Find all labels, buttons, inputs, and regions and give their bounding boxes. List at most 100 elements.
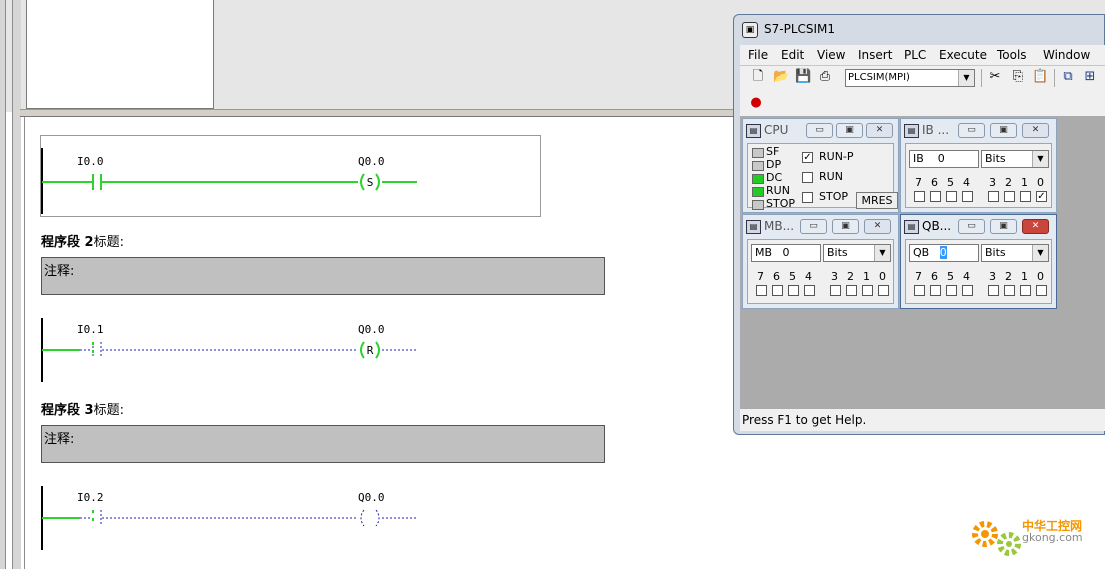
open-icon[interactable]: 📂	[773, 69, 789, 85]
mb-format-select[interactable]: Bits ▼	[823, 244, 891, 262]
qb-bit-checkbox[interactable]	[946, 285, 957, 296]
ib-bit-checkbox[interactable]	[988, 191, 999, 202]
close-button[interactable]: ✕	[1022, 219, 1049, 234]
ib-area: IB	[913, 152, 924, 165]
mres-button[interactable]: MRES	[856, 192, 898, 209]
chevron-down-icon[interactable]: ▼	[958, 70, 974, 86]
maximize-button[interactable]: ▣	[990, 219, 1017, 234]
plcsim-app-icon[interactable]: ▣	[742, 22, 758, 38]
mb-bit-checkbox[interactable]	[804, 285, 815, 296]
network3-rung[interactable]	[40, 506, 440, 530]
ib-bit-label: 0	[1037, 176, 1044, 189]
ib-bit-checkbox[interactable]: ✓	[1036, 191, 1047, 202]
mode-checkbox-stop[interactable]	[802, 192, 813, 203]
toolbar-separator	[981, 69, 982, 87]
connection-select[interactable]: PLCSIM(MPI) ▼	[845, 69, 975, 87]
cascade-icon[interactable]: ⧉	[1060, 69, 1076, 85]
network1-rung[interactable]: S	[40, 170, 440, 194]
mb-window[interactable]: ▤ MB... ▭ ▣ ✕ MB 0 Bits ▼ 76543210	[742, 214, 899, 309]
ib-bit-checkbox[interactable]	[946, 191, 957, 202]
plcsim-titlebar[interactable]: ▣ S7-PLCSIM1	[740, 19, 1100, 39]
network2-comment[interactable]: 注释:	[41, 257, 605, 295]
qb-bit-checkbox[interactable]	[1020, 285, 1031, 296]
close-button[interactable]: ✕	[866, 123, 893, 138]
mb-bit-label: 1	[863, 270, 870, 283]
qb-bit-checkbox[interactable]	[930, 285, 941, 296]
qb-body: QB 0 Bits ▼ 76543210	[905, 239, 1052, 304]
ib-bit-checkbox[interactable]	[914, 191, 925, 202]
tile-icon[interactable]: ⊞	[1082, 69, 1098, 85]
ib-bit-checkbox[interactable]	[962, 191, 973, 202]
ib-format-select[interactable]: Bits ▼	[981, 150, 1049, 168]
mb-address-field[interactable]: MB 0	[751, 244, 821, 262]
chevron-down-icon[interactable]: ▼	[1032, 245, 1048, 261]
coil-left-arc	[360, 509, 365, 527]
print-icon[interactable]: ⎙	[817, 69, 833, 85]
qb-titlebar[interactable]: ▤ QB... ▭ ▣ ✕	[901, 215, 1056, 237]
cut-icon[interactable]: ✂	[987, 69, 1003, 85]
minimize-button[interactable]: ▭	[958, 219, 985, 234]
maximize-button[interactable]: ▣	[836, 123, 863, 138]
menu-tools[interactable]: Tools	[997, 48, 1027, 62]
chevron-down-icon[interactable]: ▼	[874, 245, 890, 261]
menu-execute[interactable]: Execute	[939, 48, 987, 62]
maximize-button[interactable]: ▣	[990, 123, 1017, 138]
qb-bit-checkbox[interactable]	[962, 285, 973, 296]
led-label-sf: SF	[766, 145, 780, 158]
network2-rung[interactable]: R	[40, 338, 440, 362]
menu-window[interactable]: Window	[1043, 48, 1090, 62]
ib-bit-checkbox[interactable]	[1004, 191, 1015, 202]
ib-body: IB 0 Bits ▼ 7 6 5 4 3 2 1 0 ✓	[905, 143, 1052, 208]
chevron-down-icon[interactable]: ▼	[1032, 151, 1048, 167]
close-button[interactable]: ✕	[864, 219, 891, 234]
close-button[interactable]: ✕	[1022, 123, 1049, 138]
mb-bit-checkbox[interactable]	[846, 285, 857, 296]
qb-bit-checkbox[interactable]	[988, 285, 999, 296]
menu-file[interactable]: File	[748, 48, 768, 62]
menu-view[interactable]: View	[817, 48, 845, 62]
qb-bit-checkbox[interactable]	[914, 285, 925, 296]
mode-checkbox-run-p[interactable]: ✓	[802, 152, 813, 163]
mb-bit-checkbox[interactable]	[788, 285, 799, 296]
cpu-titlebar[interactable]: ▤ CPU ▭ ▣ ✕	[743, 119, 898, 141]
mb-bit-label: 7	[757, 270, 764, 283]
qb-icon: ▤	[904, 220, 919, 234]
plcsim-window[interactable]: ▣ S7-PLCSIM1 File Edit View Insert PLC E…	[733, 14, 1105, 435]
network3-comment[interactable]: 注释:	[41, 425, 605, 463]
ib-bit-checkbox[interactable]	[930, 191, 941, 202]
paste-icon[interactable]: 📋	[1032, 69, 1048, 85]
new-icon[interactable]: 🗋	[750, 69, 766, 85]
ib-address-field[interactable]: IB 0	[909, 150, 979, 168]
save-icon[interactable]: 💾	[795, 69, 811, 85]
network1-contact-address: I0.0	[77, 155, 104, 168]
minimize-button[interactable]: ▭	[800, 219, 827, 234]
cpu-body: SF DP DC RUN STOP ✓ RUN-P RUN STOP MRES	[747, 143, 898, 210]
ib-bit-checkbox[interactable]	[1020, 191, 1031, 202]
mb-bit-checkbox[interactable]	[756, 285, 767, 296]
menu-plc[interactable]: PLC	[904, 48, 926, 62]
mb-bit-checkbox[interactable]	[830, 285, 841, 296]
mb-bit-checkbox[interactable]	[862, 285, 873, 296]
mb-bit-checkbox[interactable]	[772, 285, 783, 296]
plcsim-toolbar: 🗋 📂 💾 ⎙ PLCSIM(MPI) ▼ ✂ ⎘ 📋 ⧉ ⊞	[740, 66, 1105, 91]
qb-window[interactable]: ▤ QB... ▭ ▣ ✕ QB 0 Bits ▼ 76543210	[900, 214, 1057, 309]
ib-titlebar[interactable]: ▤ IB ... ▭ ▣ ✕	[901, 119, 1056, 141]
cpu-window[interactable]: ▤ CPU ▭ ▣ ✕ SF DP DC RUN STOP ✓ RUN-P RUN STOP …	[742, 118, 899, 213]
mb-titlebar[interactable]: ▤ MB... ▭ ▣ ✕	[743, 215, 898, 237]
menu-insert[interactable]: Insert	[858, 48, 892, 62]
mb-bit-checkbox[interactable]	[878, 285, 889, 296]
ib-window[interactable]: ▤ IB ... ▭ ▣ ✕ IB 0 Bits ▼ 7 6 5 4 3 2 1 0 ✓	[900, 118, 1057, 213]
qb-bit-checkbox[interactable]	[1004, 285, 1015, 296]
qb-address-field[interactable]: QB 0	[909, 244, 979, 262]
qb-title: QB...	[922, 219, 952, 233]
minimize-button[interactable]: ▭	[958, 123, 985, 138]
maximize-button[interactable]: ▣	[832, 219, 859, 234]
minimize-button[interactable]: ▭	[806, 123, 833, 138]
breakpoint-icon[interactable]: ●	[748, 95, 764, 111]
qb-format-select[interactable]: Bits ▼	[981, 244, 1049, 262]
ib-bit-label: 3	[989, 176, 996, 189]
menu-edit[interactable]: Edit	[781, 48, 804, 62]
mode-checkbox-run[interactable]	[802, 172, 813, 183]
copy-icon[interactable]: ⎘	[1010, 69, 1026, 85]
qb-bit-checkbox[interactable]	[1036, 285, 1047, 296]
